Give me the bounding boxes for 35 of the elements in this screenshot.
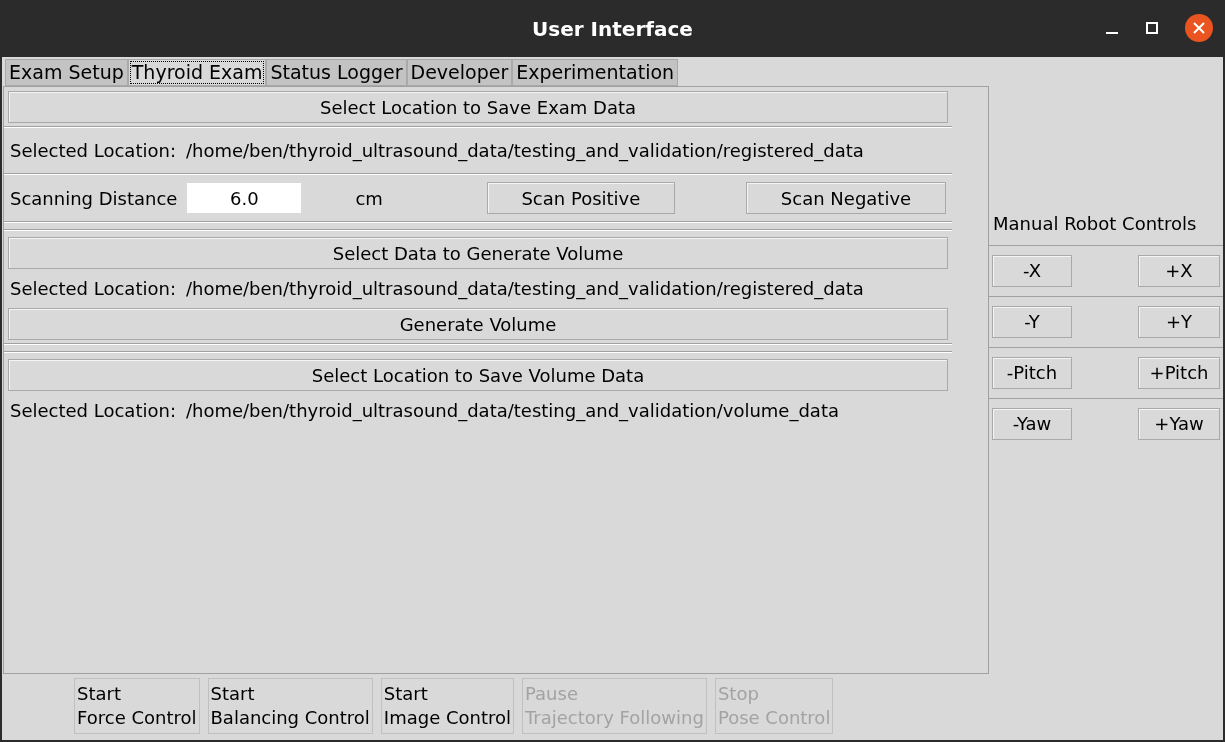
plus-button[interactable]: +X xyxy=(1138,254,1220,287)
window-title: User Interface xyxy=(532,15,693,43)
control-button[interactable]: Start Balancing Control xyxy=(207,678,373,734)
plus-button[interactable]: +Pitch xyxy=(1138,356,1220,389)
location-path: /home/ben/thyroid_ultrasound_data/testing_and_validation/registered_data xyxy=(185,139,864,164)
location-label: Selected Location: xyxy=(10,139,176,163)
tab[interactable]: Thyroid Exam xyxy=(127,59,267,86)
minus-button[interactable]: -Pitch xyxy=(992,356,1072,389)
minus-button[interactable]: -Yaw xyxy=(992,407,1072,440)
distance-input-field[interactable]: 6.0 xyxy=(187,183,302,213)
scan-positive-button[interactable]: Scan Positive xyxy=(486,182,675,214)
minus-button[interactable]: -Y xyxy=(992,305,1072,338)
scan-negative-button[interactable]: Scan Negative xyxy=(746,182,946,214)
control-button[interactable]: Start Image Control xyxy=(380,678,514,734)
control-button[interactable]: Start Force Control xyxy=(74,678,200,734)
select-volume-location-button[interactable]: Select Location to Save Volume Data xyxy=(8,359,948,391)
tab[interactable]: Exam Setup xyxy=(5,59,128,86)
select-volume-data-button[interactable]: Select Data to Generate Volume xyxy=(8,237,948,269)
plus-button[interactable]: +Yaw xyxy=(1138,407,1220,440)
location-label: Selected Location: xyxy=(10,399,176,423)
location-path: /home/ben/thyroid_ultrasound_data/testing_and_validation/volume_data xyxy=(185,399,839,424)
scanning-distance-label: Scanning Distance xyxy=(10,186,178,211)
minus-button[interactable]: -X xyxy=(992,254,1072,287)
plus-button[interactable]: +Y xyxy=(1138,305,1220,338)
tab[interactable]: Developer xyxy=(406,59,513,86)
tab[interactable]: Status Logger xyxy=(266,59,407,86)
manual-controls-title: Manual Robot Controls xyxy=(992,211,1198,236)
location-label: Selected Location: xyxy=(10,277,176,301)
unit-label: cm xyxy=(355,186,383,211)
tab[interactable]: Experimentation xyxy=(512,59,679,86)
generate-volume-button[interactable]: Generate Volume xyxy=(8,308,948,340)
select-exam-location-button[interactable]: Select Location to Save Exam Data xyxy=(8,91,948,123)
location-path: /home/ben/thyroid_ultrasound_data/testing_and_validation/registered_data xyxy=(185,277,864,302)
maximize-icon[interactable] xyxy=(1145,21,1159,35)
close-icon[interactable] xyxy=(1185,14,1213,42)
